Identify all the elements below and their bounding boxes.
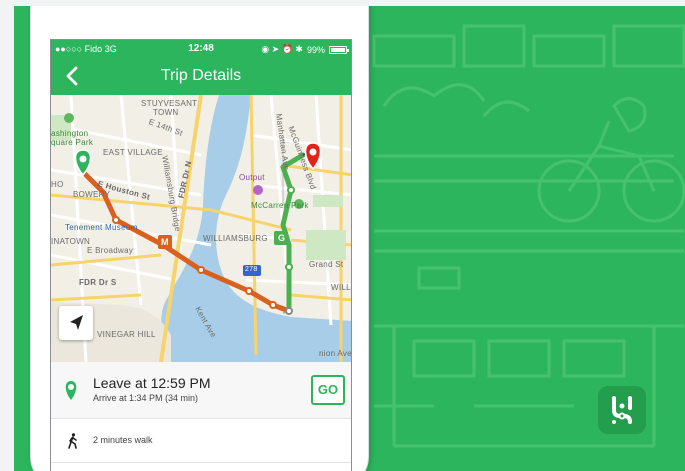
map-label: HO	[51, 180, 64, 189]
location-pin-icon	[65, 381, 77, 400]
arrive-time: Arrive at 1:34 PM (34 min)	[93, 393, 199, 403]
subway-m-label: M	[161, 237, 169, 247]
walk-duration: 2 minutes walk	[93, 435, 153, 445]
map-label: McCarren Park	[251, 201, 309, 210]
subway-g-label: G	[278, 233, 286, 243]
map-label: Tenement Museum	[65, 223, 138, 232]
music-venue-icon	[253, 185, 263, 195]
phone-screen: ●●○○○ Fido 3G 12:48 ◉ ➤ ⏰ ✱ 99% Trip Det…	[50, 39, 352, 471]
map-label: EAST VILLAGE	[103, 148, 163, 157]
map-label: nion Ave	[319, 349, 352, 358]
route-map[interactable]: STUYVESANT TOWN E 14th St ashington quar…	[51, 95, 352, 362]
nav-bar: Trip Details	[51, 58, 351, 95]
map-label: Output	[239, 173, 265, 182]
transit-app-logo-icon	[598, 386, 646, 434]
map-label: BOWERY	[73, 190, 111, 199]
battery-percent: 99%	[306, 44, 325, 55]
map-label: FDR Dr S	[79, 278, 117, 287]
map-label: quare Park	[51, 138, 94, 147]
map-label: INATOWN	[51, 237, 91, 246]
walk-step-row[interactable]: 2 minutes walk	[51, 419, 351, 463]
phone-frame: ●●○○○ Fido 3G 12:48 ◉ ➤ ⏰ ✱ 99% Trip Det…	[30, 6, 369, 471]
promo-background: ●●○○○ Fido 3G 12:48 ◉ ➤ ⏰ ✱ 99% Trip Det…	[14, 6, 685, 471]
location-services-icon: ◉ ➤ ⏰ ✱	[261, 44, 303, 54]
map-label: WILLIAMSBURG	[203, 234, 268, 243]
map-label: TOWN	[153, 108, 179, 117]
map-label: VINEGAR HILL	[97, 330, 156, 339]
highway-number: 278	[245, 266, 258, 273]
map-label: Grand St	[309, 260, 344, 269]
battery-icon	[329, 45, 349, 54]
map-label: ashington	[51, 129, 89, 138]
trip-summary-panel: Leave at 12:59 PM Arrive at 1:34 PM (34 …	[51, 362, 351, 471]
map-label: STUYVESANT	[141, 99, 198, 108]
status-bar: ●●○○○ Fido 3G 12:48 ◉ ➤ ⏰ ✱ 99%	[51, 40, 351, 58]
walking-person-icon	[68, 433, 77, 449]
map-label: E Broadway	[87, 246, 134, 255]
page-title: Trip Details	[160, 67, 242, 84]
navigation-arrow-icon	[70, 315, 83, 330]
departure-row[interactable]: Leave at 12:59 PM Arrive at 1:34 PM (34 …	[51, 362, 351, 419]
status-right: ◉ ➤ ⏰ ✱ 99%	[261, 44, 349, 55]
map-label: WILL	[331, 283, 351, 292]
go-button[interactable]: GO	[311, 375, 345, 405]
locate-me-button[interactable]	[59, 306, 93, 340]
leave-time: Leave at 12:59 PM	[93, 375, 211, 391]
